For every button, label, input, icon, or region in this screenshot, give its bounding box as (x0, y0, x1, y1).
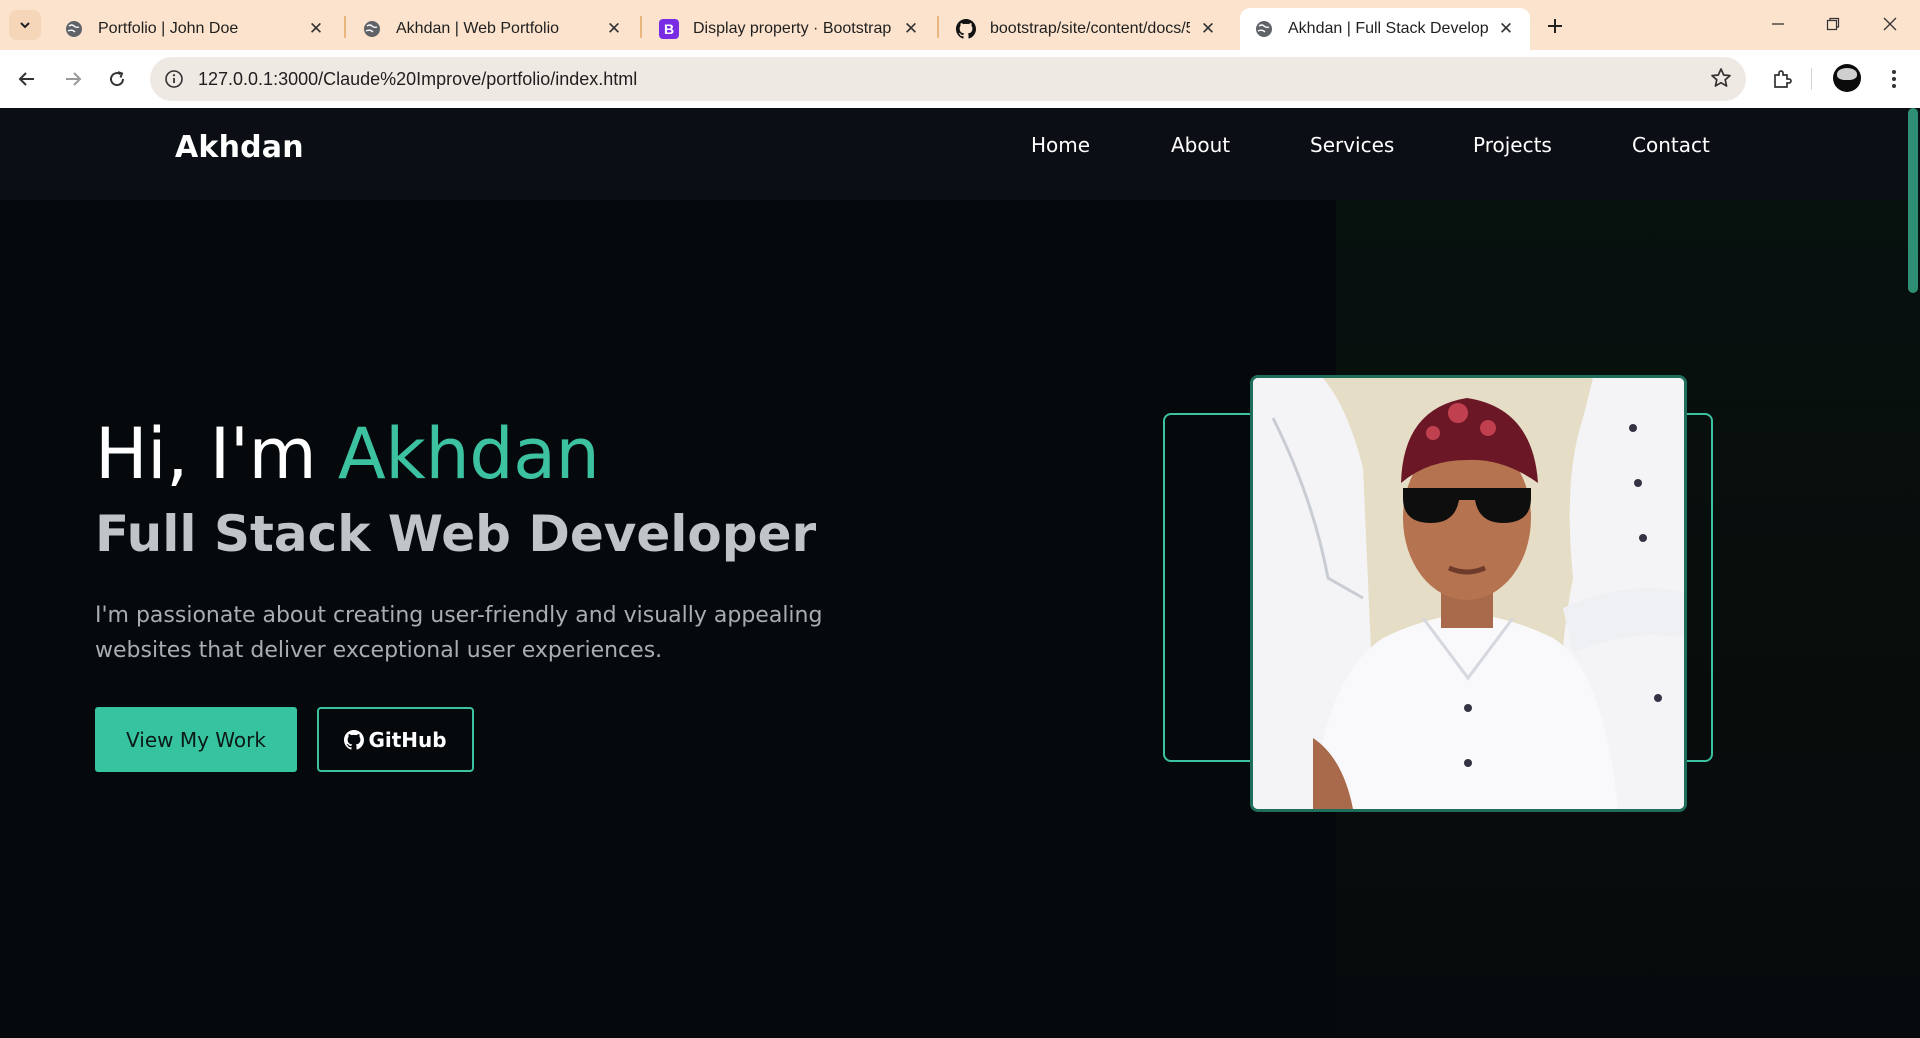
tab-divider (344, 16, 346, 38)
tab-divider (640, 16, 642, 38)
page-scrollbar-thumb[interactable] (1908, 108, 1918, 293)
tab-divider (937, 16, 939, 38)
toolbar-divider (1811, 68, 1812, 90)
chevron-down-icon (20, 22, 30, 29)
tab-strip: Portfolio | John Doe ✕ Akhdan | Web Port… (0, 0, 1920, 50)
tab-bootstrap-display[interactable]: B Display property · Bootstrap v5.3 ✕ (645, 8, 935, 50)
reload-icon (110, 71, 125, 87)
forward-button[interactable] (56, 62, 90, 96)
github-button[interactable]: GitHub (317, 707, 474, 772)
tab-title: Akhdan | Web Portfolio (396, 20, 560, 37)
nav-link-contact[interactable]: Contact (1632, 133, 1710, 157)
tab-akhdan-full-stack[interactable]: Akhdan | Full Stack Developer ✕ (1240, 8, 1530, 50)
puzzle-icon (1774, 70, 1792, 88)
tab-title: Portfolio | John Doe (98, 20, 239, 37)
github-button-label: GitHub (368, 727, 447, 752)
hero-role: Full Stack Web Developer (95, 505, 817, 563)
arrow-left-icon (18, 72, 34, 86)
tab-title: bootstrap/site/content/docs/5.3 (990, 20, 1190, 37)
address-bar[interactable]: 127.0.0.1:3000/Claude%20Improve/portfoli… (150, 57, 1746, 101)
close-icon[interactable]: ✕ (1198, 19, 1218, 39)
globe-icon (64, 19, 84, 39)
bookmark-star-icon[interactable] (1710, 67, 1732, 93)
hero-description: I'm passionate about creating user-frien… (95, 603, 823, 663)
browser-toolbar: 127.0.0.1:3000/Claude%20Improve/portfoli… (0, 50, 1920, 108)
close-icon[interactable]: ✕ (1496, 19, 1516, 39)
tab-bootstrap-github[interactable]: bootstrap/site/content/docs/5.3 ✕ (942, 8, 1232, 50)
github-icon (956, 19, 976, 39)
nav-link-home[interactable]: Home (1031, 133, 1090, 157)
tab-title: Akhdan | Full Stack Developer (1288, 20, 1488, 37)
bootstrap-icon: B (659, 19, 679, 39)
new-tab-button[interactable] (1540, 11, 1570, 41)
reload-button[interactable] (100, 62, 134, 96)
profile-photo-illustration (1253, 378, 1684, 809)
site-navbar: Akhdan Home About Services Projects Cont… (0, 108, 1920, 200)
nav-link-services[interactable]: Services (1310, 133, 1394, 157)
menu-button[interactable] (1877, 62, 1911, 96)
tab-search-button[interactable] (9, 10, 41, 40)
arrow-right-icon (66, 72, 82, 86)
tab-portfolio-john-doe[interactable]: Portfolio | John Doe ✕ (50, 8, 340, 50)
nav-link-about[interactable]: About (1171, 133, 1230, 157)
view-my-work-button[interactable]: View My Work (95, 707, 297, 772)
hero-greeting: Hi, I'm (95, 413, 338, 495)
plus-icon (1548, 19, 1562, 33)
extensions-button[interactable] (1765, 62, 1799, 96)
close-icon[interactable]: ✕ (901, 19, 921, 39)
url-text[interactable]: 127.0.0.1:3000/Claude%20Improve/portfoli… (198, 69, 637, 90)
kebab-menu-icon (1892, 70, 1896, 88)
globe-icon (362, 19, 382, 39)
close-icon[interactable]: ✕ (306, 19, 326, 39)
close-window-button[interactable] (1860, 0, 1920, 48)
minimize-button[interactable] (1748, 0, 1808, 48)
profile-avatar[interactable] (1833, 64, 1861, 92)
restore-button[interactable] (1803, 0, 1863, 48)
globe-icon (1254, 19, 1274, 39)
close-icon (1883, 17, 1897, 31)
profile-photo (1250, 375, 1687, 812)
svg-text:B: B (664, 21, 674, 37)
nav-link-projects[interactable]: Projects (1473, 133, 1552, 157)
minimize-icon (1772, 23, 1784, 25)
close-icon[interactable]: ✕ (604, 19, 624, 39)
hero-heading: Hi, I'm Akhdan (95, 413, 600, 495)
restore-icon (1826, 17, 1840, 31)
tab-akhdan-web-portfolio[interactable]: Akhdan | Web Portfolio ✕ (348, 8, 638, 50)
hero-name: Akhdan (337, 413, 600, 495)
portfolio-page: Akhdan Home About Services Projects Cont… (0, 108, 1920, 1038)
tab-title: Display property · Bootstrap v5.3 (693, 20, 893, 37)
github-icon (344, 729, 365, 750)
site-info-icon[interactable] (152, 57, 196, 101)
back-button[interactable] (10, 62, 44, 96)
brand-logo[interactable]: Akhdan (175, 130, 304, 165)
